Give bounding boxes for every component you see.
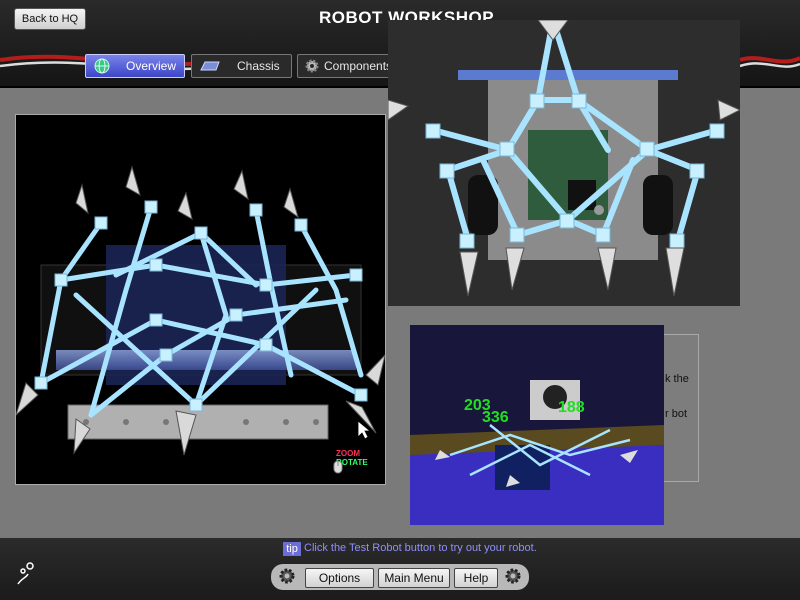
tab-components-label: Components	[324, 59, 393, 73]
gear-icon	[305, 59, 319, 73]
robot-3d-viewer[interactable]: ZOOM ROTATE	[15, 114, 386, 485]
globe-icon	[94, 58, 110, 74]
tab-overview[interactable]: Overview	[85, 54, 185, 78]
arena-preview: 203 336 188	[410, 325, 664, 525]
tab-components[interactable]: Components	[297, 54, 399, 78]
tab-chassis[interactable]: Chassis	[191, 54, 292, 78]
options-button[interactable]: Options	[305, 568, 374, 588]
info-text-fragment-1: k the	[665, 373, 689, 385]
tab-overview-label: Overview	[126, 59, 177, 73]
arena-number-2: 336	[482, 409, 509, 426]
zoom-hint: ZOOM	[336, 449, 360, 458]
mouse-icon	[333, 460, 343, 474]
back-to-hq-button[interactable]: Back to HQ	[14, 8, 86, 30]
tip-badge: tip	[283, 542, 301, 556]
main-menu-button[interactable]: Main Menu	[378, 568, 450, 588]
help-button[interactable]: Help	[454, 568, 498, 588]
tab-chassis-label: Chassis	[237, 59, 280, 73]
robot-top-preview	[388, 20, 740, 306]
robot-model-render	[16, 165, 385, 456]
robot-top-render	[388, 20, 740, 297]
gear-icon	[505, 568, 521, 584]
gear-icon	[279, 568, 295, 584]
logo-icon	[17, 562, 34, 585]
tip-message: Click the Test Robot button to try out y…	[304, 542, 537, 554]
chassis-icon	[200, 61, 220, 71]
arena-number-3: 188	[558, 399, 585, 416]
info-text-fragment-2: r bot	[665, 408, 688, 420]
arena-scene	[410, 325, 664, 525]
